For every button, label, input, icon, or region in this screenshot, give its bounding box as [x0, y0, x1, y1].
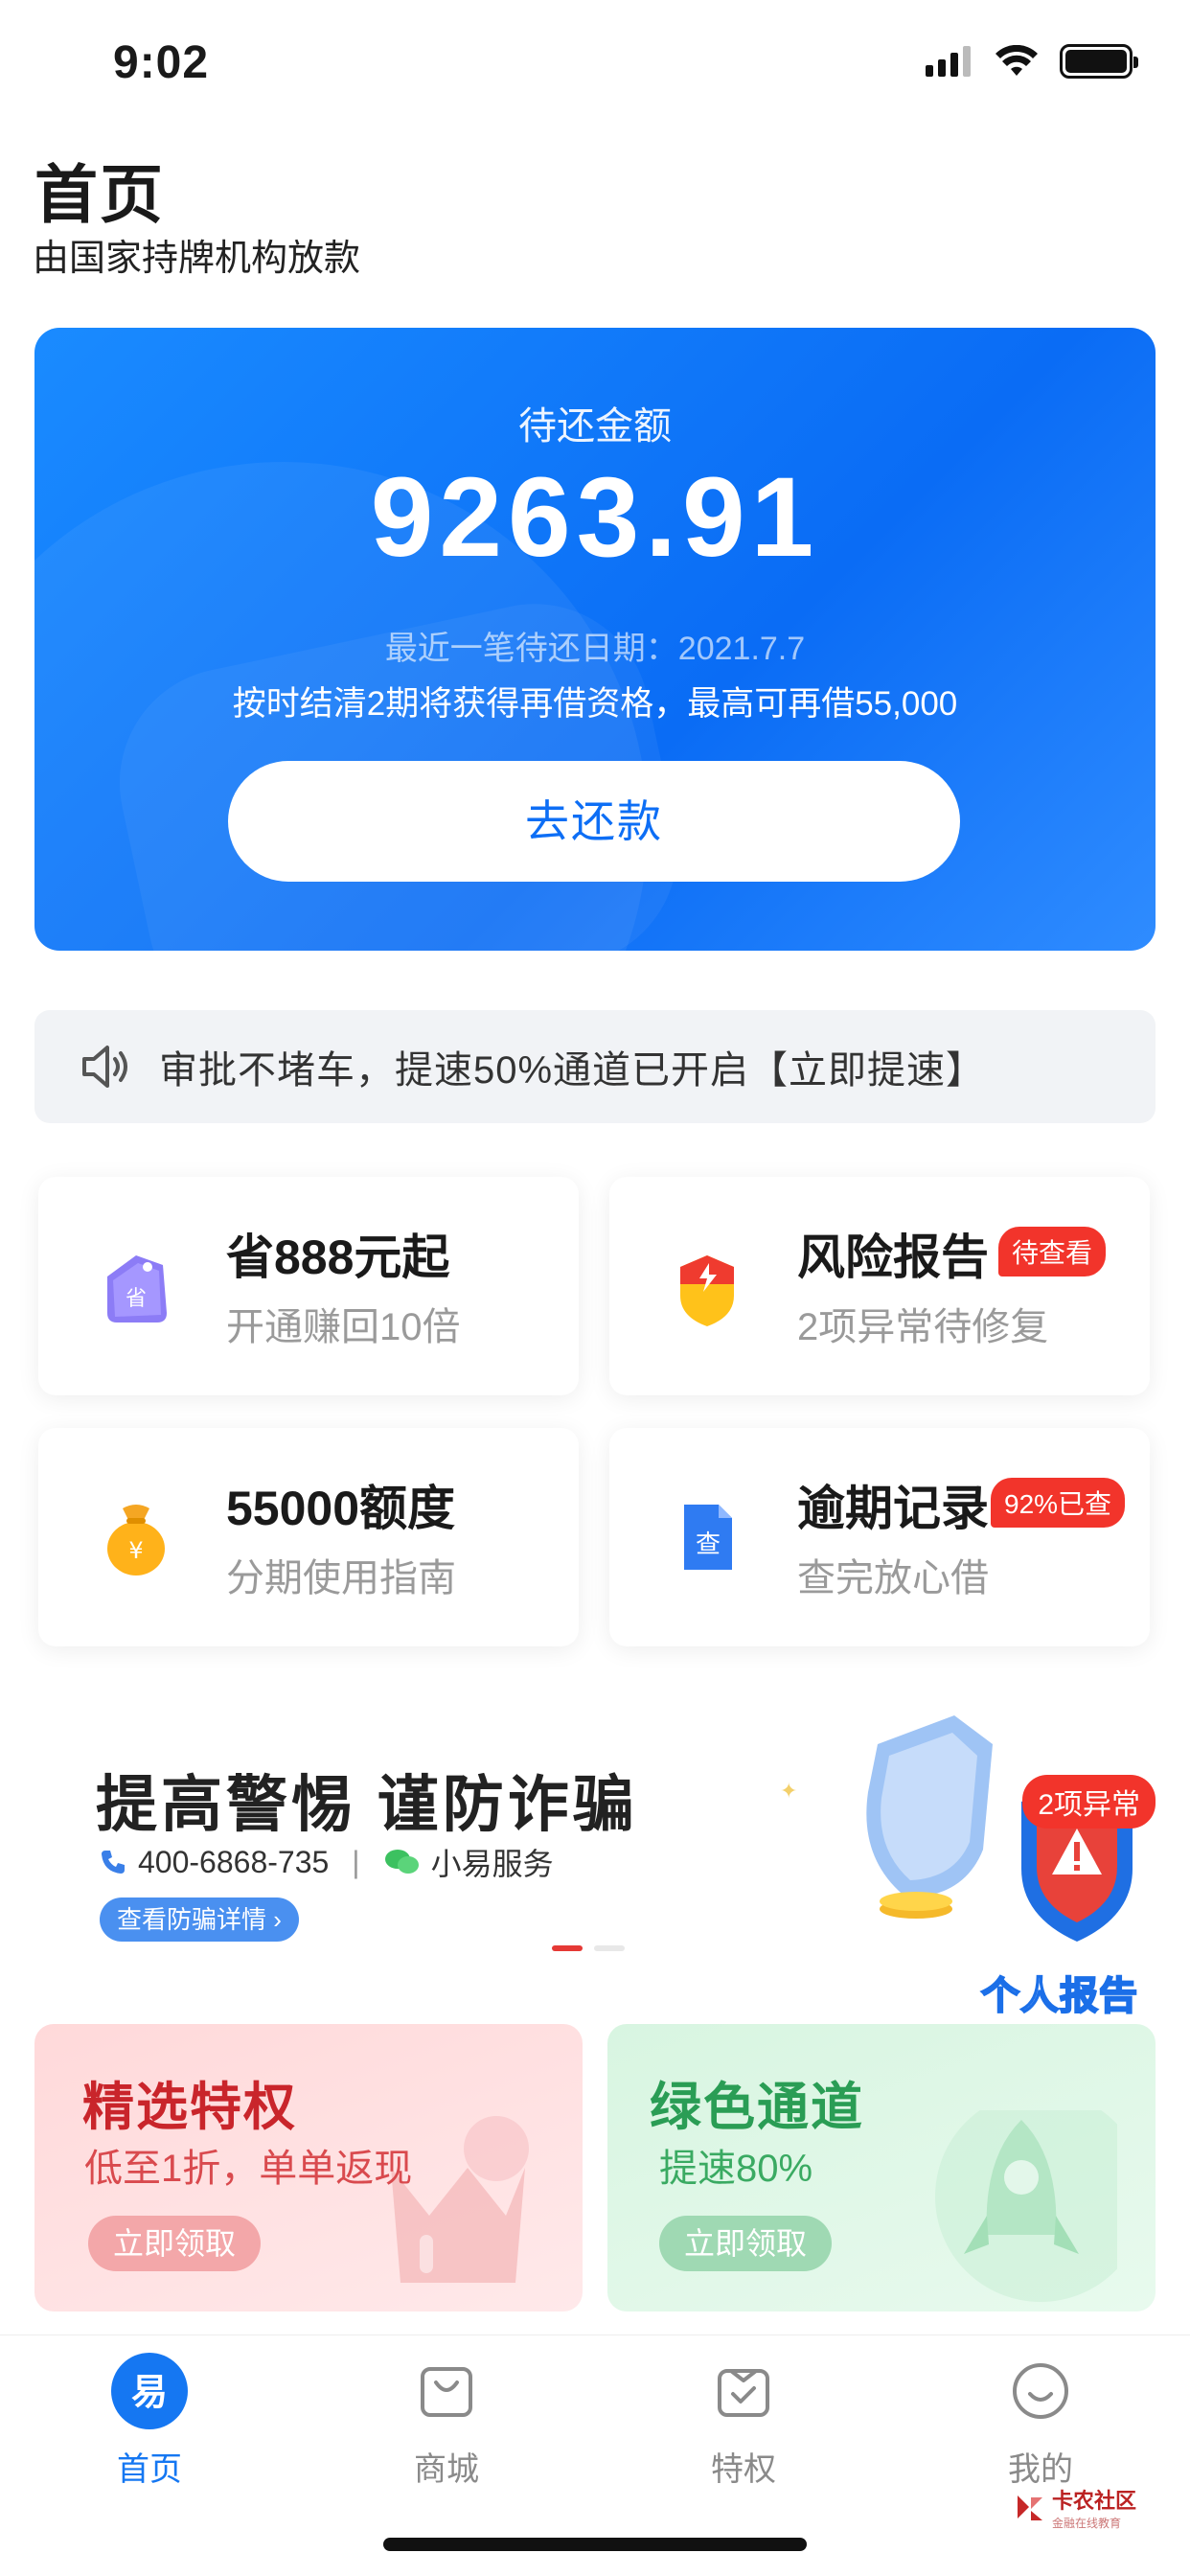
save-tag-icon: 省 [107, 1255, 167, 1322]
feature-title: 省888元起 [226, 1230, 450, 1284]
feature-title: 风险报告 [797, 1230, 989, 1284]
status-time: 9:02 [113, 37, 210, 88]
carousel-dots [552, 1945, 625, 1951]
carousel-dot-active [552, 1945, 583, 1951]
phone-icon [102, 1851, 125, 1874]
promo-green-channel[interactable]: 绿色通道 提速80% 立即领取 [607, 2024, 1156, 2312]
feature-desc: 开通赚回10倍 [226, 1306, 461, 1348]
tab-label: 我的 [1008, 2451, 1073, 2488]
feature-title: 55000额度 [226, 1482, 456, 1535]
svg-text:易: 易 [131, 2371, 168, 2413]
svg-text:查: 查 [696, 1530, 721, 1559]
feature-risk-report[interactable]: 风险报告 待查看 2项异常待修复 [609, 1177, 1150, 1395]
signal-icon [926, 46, 971, 77]
repayment-label: 待还金额 [518, 405, 672, 448]
risk-shield-icon [680, 1255, 734, 1326]
notice-bar[interactable]: 审批不堵车，提速50%通道已开启【立即提速】 [34, 1010, 1156, 1123]
document-check-icon: 查 [684, 1505, 732, 1570]
battery-icon [1060, 44, 1138, 79]
page-title: 首页 [34, 159, 165, 230]
service-phone: 400-6868-735 [138, 1844, 330, 1879]
status-bar: 9:02 [0, 0, 1190, 126]
svg-text:省: 省 [126, 1287, 147, 1311]
notice-text: 审批不堵车，提速50%通道已开启【立即提速】 [159, 1049, 986, 1092]
promo-desc: 低至1折，单单返现 [84, 2148, 413, 2190]
claim-button[interactable]: 立即领取 [88, 2216, 262, 2271]
claim-button[interactable]: 立即领取 [659, 2216, 833, 2271]
svg-text:¥: ¥ [128, 1537, 143, 1564]
checked-badge: 92%已查 [991, 1478, 1126, 1528]
feature-desc: 查完放心借 [797, 1557, 989, 1599]
privilege-icon [705, 2353, 782, 2429]
tab-label: 首页 [117, 2451, 182, 2488]
watermark-text: 卡农社区 [1051, 2489, 1136, 2513]
smiley-icon [1002, 2353, 1079, 2429]
personal-report-entry[interactable]: ✦ 2项异常 个人报告 [772, 1706, 1156, 2018]
tab-mall[interactable]: 商城 [351, 2353, 542, 2490]
tab-mine[interactable]: 我的 [945, 2353, 1136, 2490]
speaker-icon [82, 1046, 127, 1088]
rocket-icon [935, 2110, 1117, 2302]
repayment-amount: 9263.91 [370, 454, 820, 581]
banner-title: 提高警惕 谨防诈骗 [96, 1770, 638, 1839]
wechat-service: 小易服务 [430, 1847, 554, 1881]
shopping-bag-icon [408, 2353, 485, 2429]
carousel-dot [594, 1945, 625, 1951]
status-icons [926, 44, 1138, 79]
home-logo-icon: 易 [111, 2353, 188, 2429]
wechat-icon [384, 1850, 419, 1874]
repayment-card: 待还金额 9263.91 最近一笔待还日期：2021.7.7 按时结清2期将获得… [34, 328, 1156, 951]
promo-desc: 提速80% [659, 2148, 813, 2190]
svg-text:✦: ✦ [780, 1780, 797, 1804]
feature-save[interactable]: 省 省888元起 开通赚回10倍 [38, 1177, 579, 1395]
promo-title: 绿色通道 [650, 2079, 864, 2136]
anti-fraud-banner[interactable]: 提高警惕 谨防诈骗 400-6868-735 | 小易服务 查看防骗详情 › ✦ [34, 1706, 1156, 2018]
watermark: 卡农社区 金融在线教育 [1014, 2484, 1136, 2531]
anomaly-badge: 2项异常 [1022, 1775, 1156, 1828]
feature-credit-limit[interactable]: ¥ 55000额度 分期使用指南 [38, 1428, 579, 1646]
feature-desc: 分期使用指南 [226, 1557, 456, 1599]
tab-privilege[interactable]: 特权 [648, 2353, 839, 2490]
promo-privilege[interactable]: 精选特权 低至1折，单单返现 立即领取 [34, 2024, 583, 2312]
tab-label: 商城 [414, 2451, 479, 2488]
personal-report-label: 个人报告 [980, 1974, 1138, 2018]
watermark-logo-icon [1017, 2495, 1042, 2520]
fraud-details-link[interactable]: 查看防骗详情 › [100, 1898, 299, 1942]
separator: | [352, 1844, 360, 1879]
reborrow-tip: 按时结清2期将获得再借资格，最高可再借55,000 [232, 685, 958, 723]
money-bag-icon: ¥ [107, 1505, 165, 1576]
promo-title: 精选特权 [82, 2079, 297, 2136]
feature-desc: 2项异常待修复 [797, 1306, 1049, 1348]
wifi-icon [995, 45, 1038, 76]
page-subtitle: 由国家持牌机构放款 [33, 239, 361, 279]
pending-badge: 待查看 [998, 1227, 1107, 1276]
feature-overdue-record[interactable]: 查 逾期记录 92%已查 查完放心借 [609, 1428, 1150, 1646]
home-indicator [383, 2538, 807, 2551]
tab-home[interactable]: 易 首页 [54, 2353, 245, 2490]
tab-label: 特权 [711, 2451, 776, 2488]
repayment-date: 最近一笔待还日期：2021.7.7 [384, 631, 806, 667]
feature-title: 逾期记录 [797, 1482, 989, 1535]
watermark-subtext: 金融在线教育 [1051, 2517, 1121, 2530]
banner-contact: 400-6868-735 | 小易服务 [98, 1840, 554, 1884]
repay-button[interactable]: 去还款 [228, 761, 960, 882]
